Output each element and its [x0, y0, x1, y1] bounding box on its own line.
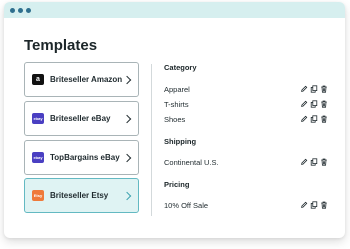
delete-icon[interactable]: [320, 158, 328, 166]
panel-divider: [151, 64, 152, 216]
edit-icon[interactable]: [300, 201, 308, 209]
copy-icon[interactable]: [310, 84, 318, 93]
ebay-logo-icon: ebay: [32, 113, 44, 124]
copy-icon[interactable]: [310, 99, 318, 108]
edit-icon[interactable]: [300, 158, 308, 166]
row-actions: [300, 99, 330, 108]
templates-window: Templates a Briteseller Amazon ebay Brit…: [4, 2, 345, 238]
template-card-briteseller-etsy[interactable]: Etsy Briteseller Etsy: [24, 178, 139, 213]
section-title-shipping: Shipping: [164, 137, 197, 146]
delete-icon[interactable]: [320, 201, 328, 209]
delete-icon[interactable]: [320, 85, 328, 93]
template-card-briteseller-amazon[interactable]: a Briteseller Amazon: [24, 62, 139, 97]
delete-icon[interactable]: [320, 115, 328, 123]
window-titlebar: [4, 2, 345, 18]
window-dot: [10, 7, 15, 13]
copy-icon[interactable]: [310, 200, 318, 209]
edit-icon[interactable]: [300, 115, 308, 123]
template-card-briteseller-ebay[interactable]: ebay Briteseller eBay: [24, 101, 139, 136]
row-actions: [300, 114, 330, 123]
row-actions: [300, 84, 330, 93]
template-card-label: TopBargains eBay: [50, 153, 120, 162]
edit-icon[interactable]: [300, 85, 308, 93]
chevron-right-icon: [122, 191, 132, 200]
copy-icon[interactable]: [310, 157, 318, 166]
template-card-label: Briteseller Amazon: [50, 75, 123, 84]
amazon-logo-icon: a: [32, 74, 44, 85]
delete-icon[interactable]: [320, 100, 328, 108]
etsy-logo-icon: Etsy: [32, 190, 44, 201]
template-card-topbargains-ebay[interactable]: ebay TopBargains eBay: [24, 140, 139, 175]
window-dot: [18, 7, 23, 13]
chevron-right-icon: [122, 153, 132, 162]
chevron-right-icon: [122, 75, 132, 84]
chevron-right-icon: [122, 114, 132, 123]
template-card-label: Briteseller Etsy: [50, 191, 109, 200]
page-title: Templates: [24, 37, 98, 54]
row-label-shoes: Shoes: [164, 115, 186, 124]
window-dot: [26, 7, 31, 13]
row-actions: [300, 200, 330, 209]
ebay-logo-icon: ebay: [32, 152, 44, 163]
row-label-t-shirts: T-shirts: [164, 100, 189, 109]
section-title-category: Category: [164, 63, 197, 72]
section-title-pricing: Pricing: [164, 180, 190, 189]
row-actions: [300, 157, 330, 166]
row-label-continental-us: Continental U.S.: [164, 158, 219, 167]
copy-icon[interactable]: [310, 114, 318, 123]
edit-icon[interactable]: [300, 100, 308, 108]
row-label-apparel: Apparel: [164, 85, 190, 94]
row-label-10-off-sale: 10% Off Sale: [164, 201, 209, 210]
template-card-label: Briteseller eBay: [50, 114, 111, 123]
